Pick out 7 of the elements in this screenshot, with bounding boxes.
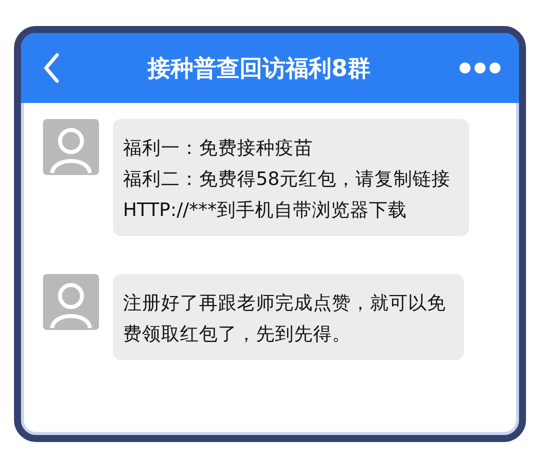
avatar-icon [43,119,99,175]
message-bubble: 福利一：免费接种疫苗 福利二：免费得58元红包，请复制链接 HTTP://***到手机自带浏览器下载 [113,119,469,236]
more-icon[interactable] [458,62,501,74]
back-icon[interactable] [43,53,59,83]
chat-title: 接种普查回访福利8群 [147,54,370,84]
message-bubble: 注册好了再跟老师完成点赞，就可以免 费领取红包了，先到先得。 [113,274,464,360]
avatar-icon [43,274,99,330]
